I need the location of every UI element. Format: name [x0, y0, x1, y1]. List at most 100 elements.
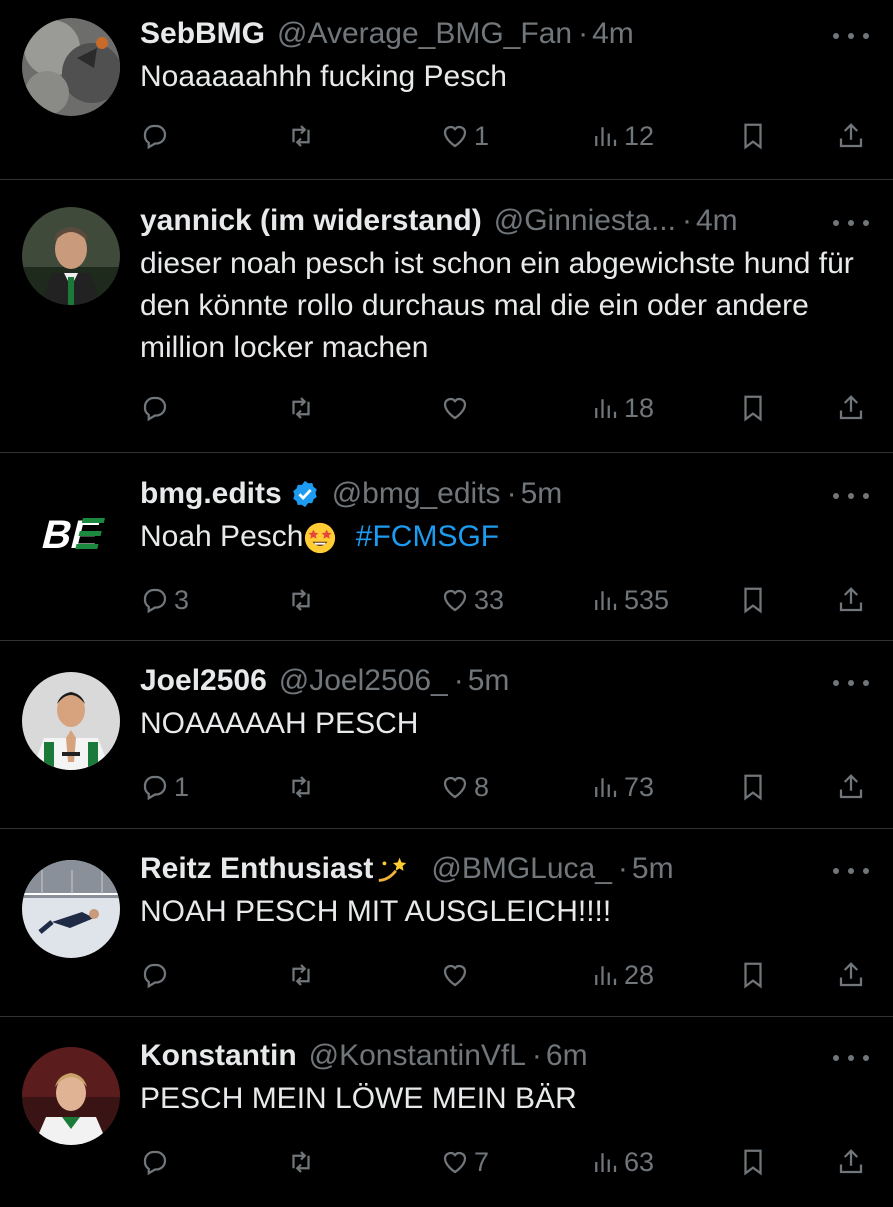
heart-icon: [443, 397, 467, 420]
bookmark-button[interactable]: [738, 582, 768, 618]
views-button[interactable]: 28: [590, 957, 654, 993]
avatar[interactable]: [22, 18, 120, 116]
avatar[interactable]: [22, 860, 120, 958]
like-button[interactable]: 8: [440, 769, 489, 805]
display-name[interactable]: bmg.edits: [140, 476, 282, 512]
goalkeeper-dive-avatar: [22, 860, 120, 958]
bookmark-button[interactable]: [738, 390, 768, 426]
display-name[interactable]: Reitz Enthusiast: [140, 851, 373, 887]
view-count: 12: [624, 120, 655, 151]
timestamp[interactable]: 5m: [468, 663, 510, 699]
tweet[interactable]: Joel2506 @Joel2506_ · 5m NOAAAAAH PESCH …: [0, 641, 893, 829]
reply-count: 1: [174, 771, 190, 802]
views-button[interactable]: 73: [590, 769, 654, 805]
reply-button[interactable]: [140, 118, 174, 154]
avatar[interactable]: [22, 1047, 120, 1145]
reply-button[interactable]: [140, 957, 174, 993]
retweet-icon: [292, 589, 310, 611]
tweet[interactable]: SebBMG @Average_BMG_Fan · 4m Noaaaaahhh …: [0, 0, 893, 180]
share-button[interactable]: [836, 582, 866, 618]
view-count: 63: [624, 1146, 655, 1177]
user-handle[interactable]: @Average_BMG_Fan: [277, 16, 572, 52]
tweet[interactable]: BE bmg.edits @bmg_edits · 5m Noah Pesch: [0, 453, 893, 641]
avatar[interactable]: [22, 207, 120, 305]
retweet-button[interactable]: [286, 582, 320, 618]
bookmark-button[interactable]: [738, 118, 768, 154]
like-button[interactable]: 1: [440, 118, 489, 154]
more-icon[interactable]: [833, 1053, 869, 1063]
like-count: 33: [474, 584, 505, 615]
more-icon[interactable]: [833, 866, 869, 876]
display-name[interactable]: Joel2506: [140, 663, 267, 699]
reply-button[interactable]: 3: [140, 582, 189, 618]
heart-icon: [443, 1151, 467, 1174]
separator-dot: ·: [453, 664, 464, 697]
man-in-suit-avatar: [22, 207, 120, 305]
user-handle[interactable]: @Ginniesta...: [494, 203, 676, 239]
like-button[interactable]: 7: [440, 1144, 489, 1180]
avatar[interactable]: [22, 672, 120, 770]
player-praying-avatar: [22, 672, 120, 770]
timestamp[interactable]: 6m: [546, 1038, 588, 1074]
more-icon[interactable]: [833, 31, 869, 41]
reply-button[interactable]: 1: [140, 769, 189, 805]
retweet-button[interactable]: [286, 957, 320, 993]
timeline-feed: SebBMG @Average_BMG_Fan · 4m Noaaaaahhh …: [0, 0, 893, 1207]
share-icon: [839, 774, 863, 799]
tweet-text: Noah Pesch #FCMSGF: [140, 516, 873, 558]
share-button[interactable]: [836, 1144, 866, 1180]
retweet-button[interactable]: [286, 390, 320, 426]
bookmark-button[interactable]: [738, 1144, 768, 1180]
share-button[interactable]: [836, 957, 866, 993]
more-icon[interactable]: [833, 678, 869, 688]
views-button[interactable]: 18: [590, 390, 654, 426]
separator-dot: ·: [681, 204, 692, 237]
timestamp[interactable]: 5m: [632, 851, 674, 887]
tweet[interactable]: Reitz Enthusiast @BMGLuca_ · 5m NOAH PES…: [0, 829, 893, 1017]
share-icon: [839, 962, 863, 987]
reply-button[interactable]: [140, 1144, 174, 1180]
like-button[interactable]: 33: [440, 582, 504, 618]
tweet-actions: 7 63: [140, 1144, 873, 1180]
timestamp[interactable]: 5m: [521, 476, 563, 512]
more-icon[interactable]: [833, 491, 869, 501]
tweet-header: SebBMG @Average_BMG_Fan · 4m: [140, 16, 873, 52]
user-handle[interactable]: @Joel2506_: [279, 663, 448, 699]
be-logo-avatar: BE: [22, 485, 120, 583]
display-name[interactable]: Konstantin: [140, 1038, 297, 1074]
share-button[interactable]: [836, 390, 866, 426]
tweet[interactable]: Konstantin @KonstantinVfL · 6m PESCH MEI…: [0, 1017, 893, 1207]
timestamp[interactable]: 4m: [696, 203, 738, 239]
user-handle[interactable]: @BMGLuca_: [431, 851, 612, 887]
user-handle[interactable]: @KonstantinVfL: [309, 1038, 526, 1074]
user-handle[interactable]: @bmg_edits: [332, 476, 501, 512]
bookmark-button[interactable]: [738, 769, 768, 805]
more-icon[interactable]: [833, 218, 869, 228]
views-button[interactable]: 63: [590, 1144, 654, 1180]
views-button[interactable]: 12: [590, 118, 654, 154]
share-button[interactable]: [836, 118, 866, 154]
share-button[interactable]: [836, 769, 866, 805]
hashtag-link[interactable]: #FCMSGF: [356, 520, 499, 553]
like-count: 8: [474, 771, 490, 802]
reply-icon: [143, 1150, 167, 1176]
separator-dot: ·: [578, 17, 589, 50]
like-button[interactable]: [440, 390, 474, 426]
tweet-actions: 28: [140, 957, 873, 993]
share-icon: [839, 587, 863, 612]
retweet-button[interactable]: [286, 1144, 320, 1180]
separator-dot: ·: [531, 1039, 542, 1072]
reply-button[interactable]: [140, 390, 174, 426]
display-name[interactable]: SebBMG: [140, 16, 265, 52]
views-button[interactable]: 535: [590, 582, 669, 618]
avatar[interactable]: BE: [22, 485, 120, 583]
tweet[interactable]: yannick (im widerstand) @Ginniesta... · …: [0, 180, 893, 453]
verified-badge-icon: [292, 480, 317, 508]
retweet-button[interactable]: [286, 118, 320, 154]
bookmark-button[interactable]: [738, 957, 768, 993]
display-name[interactable]: yannick (im widerstand): [140, 203, 482, 239]
retweet-button[interactable]: [286, 769, 320, 805]
views-icon: [595, 966, 617, 985]
timestamp[interactable]: 4m: [592, 16, 634, 52]
like-button[interactable]: [440, 957, 474, 993]
